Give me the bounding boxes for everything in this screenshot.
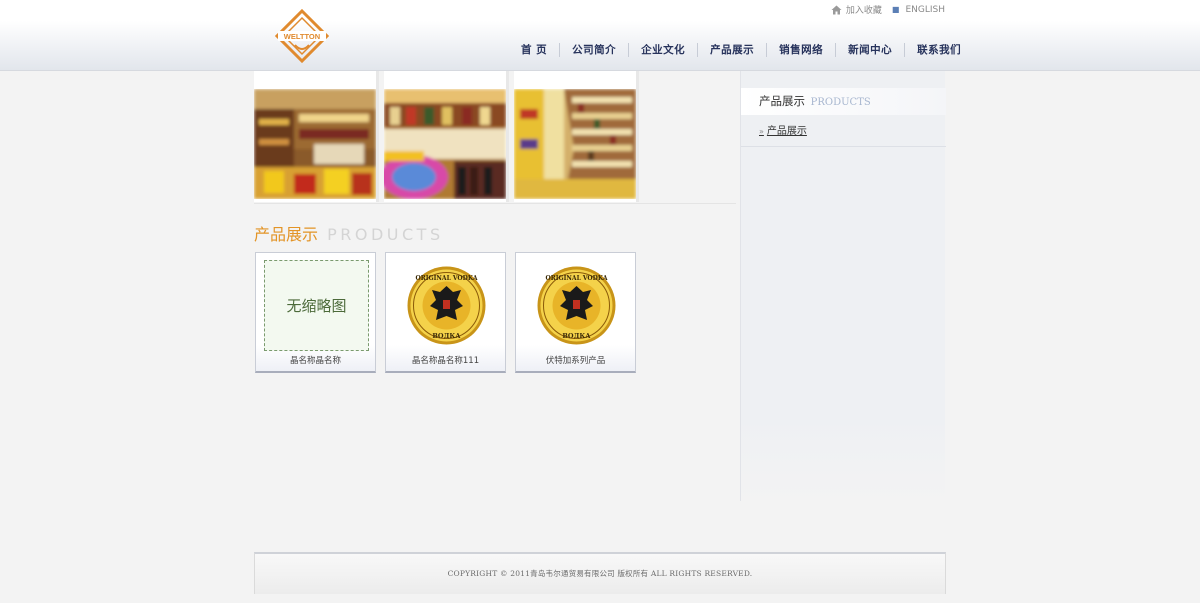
- svg-text:ВОДКА: ВОДКА: [432, 332, 461, 340]
- store-bottles-photo: [384, 89, 506, 199]
- store-shelves-photo: [254, 89, 376, 199]
- svg-text:ВОДКА: ВОДКА: [562, 332, 591, 340]
- svg-text:ORIGINAL VODKA: ORIGINAL VODKA: [545, 275, 607, 282]
- banner-row: [254, 71, 736, 204]
- product-card[interactable]: 无缩略图 晶名称晶名称: [255, 252, 376, 373]
- store-aisle-photo: [514, 89, 636, 199]
- nav-item-news[interactable]: 新闻中心: [835, 43, 904, 57]
- main-content: 产品展示 PRODUCTS 无缩略图 晶名称晶名称 ORIGINAL VODKA…: [254, 71, 740, 551]
- product-grid: 无缩略图 晶名称晶名称 ORIGINAL VODKA ВОДКА 晶名称晶名称1…: [255, 252, 655, 377]
- nav-item-about[interactable]: 公司简介: [559, 43, 628, 57]
- sidebar-title-en: PRODUCTS: [810, 97, 871, 108]
- product-card[interactable]: ORIGINAL VODKA ВОДКА 晶名称晶名称111: [385, 252, 506, 373]
- bullet-icon: »: [759, 127, 764, 136]
- banner-image-1: [254, 71, 379, 202]
- product-name[interactable]: 伏特加系列产品: [516, 354, 635, 366]
- top-links: 加入收藏 ■ ENGLISH: [831, 3, 945, 16]
- home-icon: [831, 5, 842, 14]
- nav-item-products[interactable]: 产品展示: [697, 43, 766, 57]
- product-thumbnail[interactable]: ORIGINAL VODKA ВОДКА: [524, 260, 629, 351]
- product-card[interactable]: ORIGINAL VODKA ВОДКА 伏特加系列产品: [515, 252, 636, 373]
- section-title: 产品展示 PRODUCTS: [254, 221, 444, 245]
- banner-image-3: [514, 71, 639, 202]
- sidebar-title: 产品展示 PRODUCTS: [741, 88, 946, 115]
- sidebar-title-cn: 产品展示: [759, 94, 805, 108]
- vodka-seal-icon: ORIGINAL VODKA ВОДКА: [537, 266, 616, 345]
- main-nav: 首 页 公司简介 企业文化 产品展示 销售网络 新闻中心 联系我们: [510, 40, 973, 60]
- weltton-logo-icon: WELTTON: [275, 9, 329, 63]
- sidebar-list: » 产品展示: [741, 115, 946, 147]
- add-favorite-link[interactable]: 加入收藏: [846, 3, 882, 16]
- sidebar-item-products[interactable]: » 产品展示: [759, 122, 807, 137]
- header: WELTTON 加入收藏 ■ ENGLISH 首 页 公司简介 企业文化 产品展…: [0, 0, 1200, 71]
- bullet-icon: ■: [891, 5, 900, 14]
- sidebar-item-label: 产品展示: [766, 126, 807, 137]
- logo-text: WELTTON: [284, 32, 320, 41]
- footer: COPYRIGHT © 2011青岛韦尔通贸易有限公司 版权所有 ALL RIG…: [254, 552, 946, 594]
- english-link[interactable]: ENGLISH: [905, 5, 945, 15]
- nav-item-sales-network[interactable]: 销售网络: [766, 43, 835, 57]
- nav-item-home[interactable]: 首 页: [510, 43, 559, 57]
- product-name[interactable]: 晶名称晶名称: [256, 354, 375, 366]
- svg-text:ORIGINAL VODKA: ORIGINAL VODKA: [415, 275, 477, 282]
- logo[interactable]: WELTTON: [275, 9, 329, 63]
- vodka-seal-icon: ORIGINAL VODKA ВОДКА: [407, 266, 486, 345]
- sidebar: 产品展示 PRODUCTS » 产品展示: [740, 71, 946, 501]
- section-title-cn: 产品展示: [254, 225, 319, 244]
- no-thumbnail-placeholder: 无缩略图: [264, 260, 369, 351]
- nav-item-culture[interactable]: 企业文化: [628, 43, 697, 57]
- nav-item-contact[interactable]: 联系我们: [904, 43, 973, 57]
- section-title-en: PRODUCTS: [327, 225, 444, 244]
- banner-image-2: [384, 71, 509, 202]
- copyright-text: COPYRIGHT © 2011青岛韦尔通贸易有限公司 版权所有 ALL RIG…: [447, 569, 753, 578]
- product-name[interactable]: 晶名称晶名称111: [386, 354, 505, 366]
- product-thumbnail[interactable]: 无缩略图: [264, 260, 369, 351]
- product-thumbnail[interactable]: ORIGINAL VODKA ВОДКА: [394, 260, 499, 351]
